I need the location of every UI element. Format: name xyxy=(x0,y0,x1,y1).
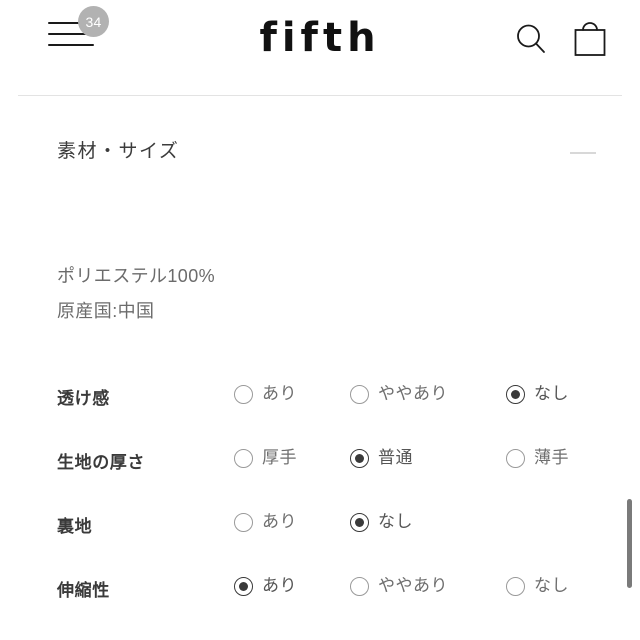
radio-option[interactable]: 普通 xyxy=(350,448,413,468)
radio-unselected-icon[interactable] xyxy=(506,448,525,468)
spec-row-label: 生地の厚さ xyxy=(57,453,145,472)
vertical-scrollbar-track[interactable] xyxy=(627,95,640,640)
radio-selected-icon[interactable] xyxy=(350,512,369,532)
site-header: 34 fifth xyxy=(0,0,640,96)
radio-unselected-icon[interactable] xyxy=(350,384,369,404)
radio-option[interactable]: なし xyxy=(506,576,569,596)
spec-row-label: 伸縮性 xyxy=(57,581,110,600)
radio-option-label: なし xyxy=(534,576,569,595)
radio-option-label: 薄手 xyxy=(534,448,569,467)
radio-unselected-icon[interactable] xyxy=(506,576,525,596)
material-origin: 原産国:中国 xyxy=(57,301,155,321)
section-header-material-size[interactable]: 素材・サイズ xyxy=(0,130,640,178)
spec-option-group: あり ややあり なし xyxy=(234,380,634,420)
radio-option-label: なし xyxy=(534,384,569,403)
radio-option[interactable]: 薄手 xyxy=(506,448,569,468)
radio-option-label: ややあり xyxy=(378,384,448,403)
minus-collapse-icon[interactable] xyxy=(570,152,596,154)
radio-option[interactable]: 厚手 xyxy=(234,448,297,468)
radio-unselected-icon[interactable] xyxy=(234,512,253,532)
radio-unselected-icon[interactable] xyxy=(350,576,369,596)
radio-option-label: あり xyxy=(262,512,297,531)
spec-option-group: あり なし xyxy=(234,508,634,548)
radio-selected-icon[interactable] xyxy=(234,576,253,596)
spec-row: 透け感 あり ややあり なし xyxy=(0,380,640,444)
radio-option-label: なし xyxy=(378,512,413,531)
shopping-bag-icon[interactable] xyxy=(570,18,610,60)
material-info: ポリエステル100% 原産国:中国 xyxy=(57,259,215,329)
radio-option[interactable]: ややあり xyxy=(350,384,448,404)
radio-option[interactable]: あり xyxy=(234,512,297,532)
spec-row: 生地の厚さ 厚手 普通 薄手 xyxy=(0,444,640,508)
radio-selected-icon[interactable] xyxy=(350,448,369,468)
spec-option-group: あり ややあり なし xyxy=(234,572,634,612)
spec-list: 透け感 あり ややあり なし 生地の厚さ 厚手 普通 薄手 裏地 あり なし 伸縮性 あり ややあり なし xyxy=(0,380,640,636)
radio-unselected-icon[interactable] xyxy=(234,384,253,404)
radio-option-label: 普通 xyxy=(378,448,413,467)
radio-option[interactable]: なし xyxy=(506,384,569,404)
radio-option[interactable]: ややあり xyxy=(350,576,448,596)
vertical-scrollbar-thumb[interactable] xyxy=(627,499,632,588)
radio-option[interactable]: なし xyxy=(350,512,413,532)
radio-option[interactable]: あり xyxy=(234,384,297,404)
radio-selected-icon[interactable] xyxy=(506,384,525,404)
header-divider xyxy=(18,95,622,96)
search-icon[interactable] xyxy=(514,22,548,56)
radio-option-label: あり xyxy=(262,576,297,595)
spec-option-group: 厚手 普通 薄手 xyxy=(234,444,634,484)
spec-row: 裏地 あり なし xyxy=(0,508,640,572)
material-composition: ポリエステル100% xyxy=(57,266,216,286)
radio-option-label: 厚手 xyxy=(262,448,297,467)
section-title: 素材・サイズ xyxy=(57,141,180,162)
radio-unselected-icon[interactable] xyxy=(234,448,253,468)
spec-row: 伸縮性 あり ややあり なし xyxy=(0,572,640,636)
spec-row-label: 裏地 xyxy=(57,517,93,536)
radio-option-label: あり xyxy=(262,384,297,403)
radio-option[interactable]: あり xyxy=(234,576,297,596)
spec-row-label: 透け感 xyxy=(57,389,110,408)
radio-option-label: ややあり xyxy=(378,576,448,595)
